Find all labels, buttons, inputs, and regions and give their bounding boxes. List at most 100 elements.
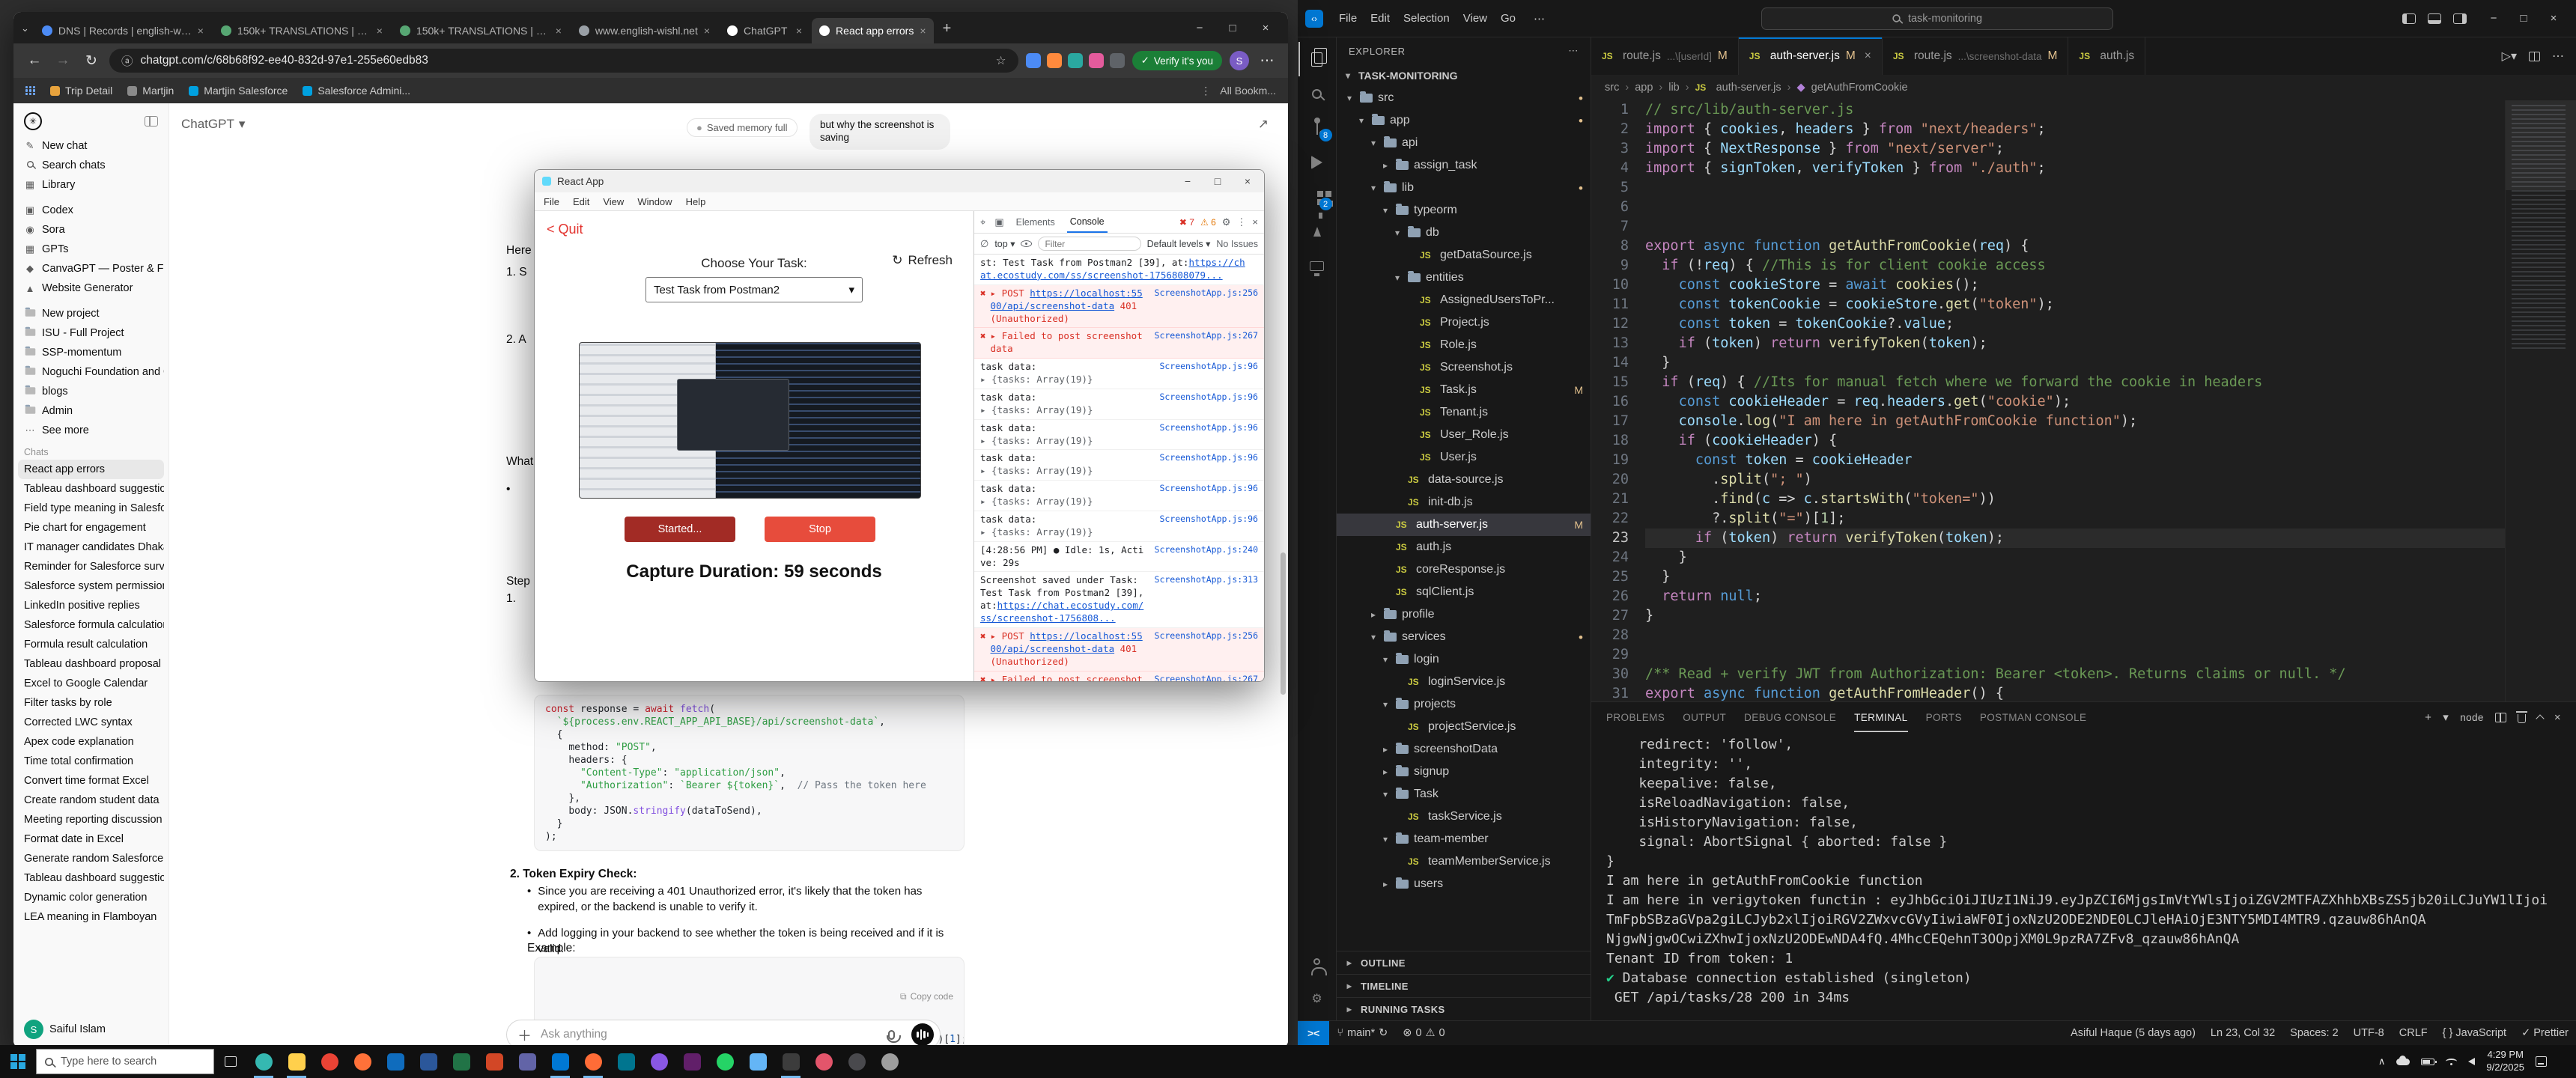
tree-folder-assign_task[interactable]: ▸assign_task — [1337, 154, 1591, 177]
start-button[interactable] — [0, 1045, 36, 1078]
taskbar-clock[interactable]: 4:29 PM 9/2/2025 — [2486, 1049, 2524, 1074]
taskbar-app-powerpoint[interactable] — [478, 1045, 511, 1078]
log-levels-dropdown[interactable]: Default levels ▾ — [1147, 238, 1211, 249]
code-editor[interactable]: 1234567891011121314151617181920212223242… — [1591, 100, 2576, 701]
accounts-icon[interactable] — [1298, 947, 1336, 981]
source-location[interactable]: ScreenshotApp.js:256 — [1150, 287, 1258, 299]
tree-file-Tenant.js[interactable]: JSTenant.js — [1337, 401, 1591, 424]
language-mode[interactable]: { } JavaScript — [2435, 1027, 2514, 1039]
taskbar-app-firefox[interactable] — [346, 1045, 379, 1078]
context-selector[interactable]: top ▾ — [994, 238, 1015, 249]
indentation[interactable]: Spaces: 2 — [2282, 1027, 2346, 1039]
toggle-secondary-sidebar-icon[interactable] — [2453, 13, 2467, 24]
apps-grid-icon[interactable] — [25, 86, 35, 96]
tree-folder-entities[interactable]: ▾entities — [1337, 267, 1591, 289]
split-terminal-icon[interactable] — [2495, 713, 2506, 722]
problems-indicator[interactable]: ⊗0⚠0 — [1395, 1027, 1452, 1039]
breadcrumb-item[interactable]: app — [1635, 82, 1653, 94]
taskbar-app-snipping-tool[interactable] — [807, 1045, 840, 1078]
sidebar-project-3[interactable]: SSP-momentum — [18, 343, 164, 362]
chat-history-item[interactable]: Reminder for Salesforce survey — [18, 557, 164, 576]
devtools-close-icon[interactable]: × — [1252, 216, 1258, 228]
device-toolbar-icon[interactable]: ▣ — [994, 216, 1003, 228]
terminal-output[interactable]: redirect: 'follow', integrity: '', keepa… — [1591, 732, 2576, 1020]
panel-tab-postman-console[interactable]: POSTMAN CONSOLE — [1980, 702, 2087, 732]
tree-file-AssignedUsersToPr...[interactable]: JSAssignedUsersToPr... — [1337, 289, 1591, 311]
devtools-tab-console[interactable]: Console — [1067, 211, 1108, 233]
tree-file-User_Role.js[interactable]: JSUser_Role.js — [1337, 424, 1591, 446]
tree-file-User.js[interactable]: JSUser.js — [1337, 446, 1591, 469]
memory-full-notice[interactable]: ●Saved memory full — [687, 118, 798, 137]
branch-indicator[interactable]: ⑂main*↻ — [1329, 1027, 1395, 1039]
source-location[interactable]: ScreenshotApp.js:240 — [1150, 544, 1258, 556]
tab-close-icon[interactable]: × — [920, 25, 926, 37]
browser-profile-avatar[interactable]: S — [1230, 51, 1249, 70]
maximize-panel-icon[interactable] — [2536, 714, 2544, 722]
taskbar-app-teams[interactable] — [511, 1045, 544, 1078]
settings-gear-icon[interactable]: ⚙ — [1298, 981, 1336, 1016]
menu-view[interactable]: View — [603, 196, 624, 207]
tree-file-sqlClient.js[interactable]: JSsqlClient.js — [1337, 581, 1591, 603]
panel-tab-terminal[interactable]: TERMINAL — [1854, 702, 1907, 732]
all-bookmarks-folder[interactable]: All Bookm... — [1220, 85, 1276, 97]
tree-file-auth.js[interactable]: JSauth.js — [1337, 536, 1591, 558]
tab-close-icon[interactable]: × — [704, 25, 710, 37]
tree-folder-db[interactable]: ▾db — [1337, 222, 1591, 244]
source-location[interactable]: ScreenshotApp.js:96 — [1155, 392, 1258, 404]
source-control-icon[interactable]: 8 — [1298, 111, 1336, 145]
chat-history-item[interactable]: IT manager candidates Dhaka — [18, 538, 164, 557]
tree-file-data-source.js[interactable]: JSdata-source.js — [1337, 469, 1591, 491]
taskbar-app-postman[interactable] — [577, 1045, 610, 1078]
task-select[interactable]: Test Task from Postman2▾ — [645, 277, 863, 302]
tray-chevron-icon[interactable]: ∧ — [2378, 1056, 2386, 1068]
run-debug-icon[interactable] — [1298, 145, 1336, 180]
tree-file-init-db.js[interactable]: JSinit-db.js — [1337, 491, 1591, 514]
tree-file-projectService.js[interactable]: JSprojectService.js — [1337, 716, 1591, 738]
address-bar[interactable]: ⓐ chatgpt.com/c/68b68f92-ee40-832d-97e1-… — [109, 49, 1018, 73]
chat-history-item[interactable]: Tableau dashboard suggestions — [18, 479, 164, 499]
remote-explorer-icon[interactable] — [1298, 249, 1336, 283]
sidebar-app-1[interactable]: ▣Codex — [18, 201, 164, 220]
chat-history-item[interactable]: Format date in Excel — [18, 829, 164, 849]
microphone-icon[interactable] — [888, 1030, 895, 1040]
inspect-icon[interactable]: ⌖ — [980, 216, 985, 228]
tree-folder-api[interactable]: ▾api — [1337, 132, 1591, 154]
object-preview[interactable]: ▸ {tasks: Array(19)} — [980, 526, 1150, 539]
chat-history-item[interactable]: Corrected LWC syntax — [18, 713, 164, 732]
bookmark-item[interactable]: Martjin — [127, 85, 174, 97]
issues-label[interactable]: No Issues — [1216, 239, 1258, 249]
source-location[interactable]: ScreenshotApp.js:96 — [1155, 361, 1258, 373]
chat-history-item[interactable]: Create random student data — [18, 791, 164, 810]
chat-history-item[interactable]: LEA meaning in Flamboyan — [18, 907, 164, 927]
browser-minimize-button[interactable]: − — [1183, 16, 1216, 39]
tree-folder-projects[interactable]: ▾projects — [1337, 693, 1591, 716]
console-filter-input[interactable] — [1038, 237, 1140, 251]
browser-tab[interactable]: 150k+ TRANSLATIONS | Engli...× — [213, 18, 390, 43]
vscode-maximize-button[interactable]: □ — [2509, 12, 2539, 25]
extension-icon-3[interactable] — [1068, 53, 1083, 68]
clear-console-icon[interactable]: ∅ — [980, 238, 988, 250]
source-location[interactable]: ScreenshotApp.js:313 — [1150, 574, 1258, 586]
extension-icon-1[interactable] — [1026, 53, 1041, 68]
back-button[interactable]: ← — [24, 52, 45, 69]
vscode-minimize-button[interactable]: − — [2479, 12, 2509, 25]
chat-history-item[interactable]: LinkedIn positive replies — [18, 596, 164, 615]
panel-tab-output[interactable]: OUTPUT — [1683, 702, 1726, 732]
browser-tab[interactable]: ChatGPT× — [720, 18, 809, 43]
menu-edit[interactable]: Edit — [573, 196, 589, 207]
tree-file-taskService.js[interactable]: JStaskService.js — [1337, 806, 1591, 828]
sidebar-item-new-chat[interactable]: ✎New chat — [18, 136, 164, 156]
site-info-icon[interactable]: ⓐ — [121, 52, 133, 69]
chat-history-item[interactable]: Meeting reporting discussion — [18, 810, 164, 829]
extension-icon-5[interactable] — [1110, 53, 1125, 68]
browser-tab[interactable]: React app errors× — [812, 18, 933, 43]
tree-file-Screenshot.js[interactable]: JSScreenshot.js — [1337, 356, 1591, 379]
stop-button[interactable]: Stop — [765, 517, 875, 542]
extension-icon-2[interactable] — [1047, 53, 1062, 68]
editor-tab-route.js[interactable]: JSroute.js...\[userId]M — [1591, 37, 1739, 75]
tab-close-icon[interactable]: × — [198, 25, 204, 37]
source-location[interactable]: ScreenshotApp.js:96 — [1155, 483, 1258, 495]
sidebar-project-2[interactable]: ISU - Full Project — [18, 323, 164, 343]
react-window-titlebar[interactable]: React App − □ × — [535, 170, 1264, 192]
command-center-search[interactable]: task-monitoring — [1761, 7, 2113, 30]
